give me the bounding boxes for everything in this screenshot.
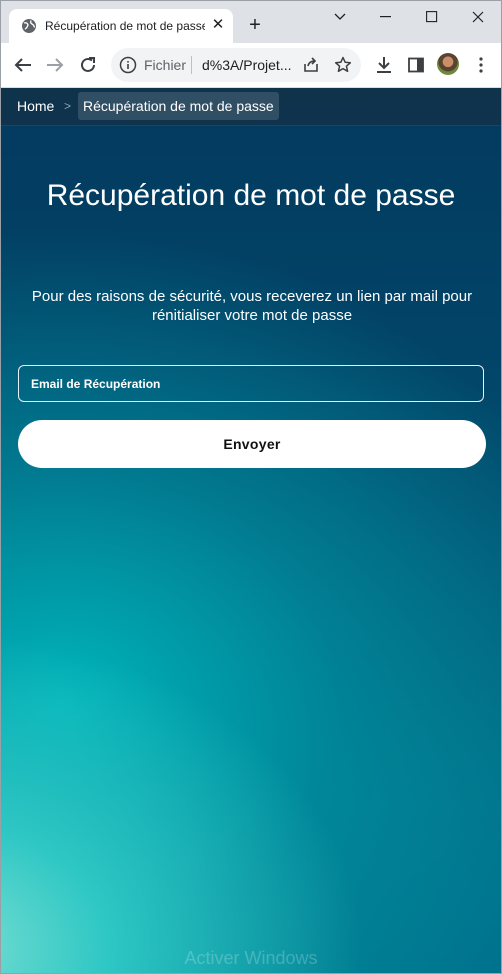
minimize-icon[interactable] xyxy=(363,7,409,27)
url-separator xyxy=(191,56,192,74)
address-bar[interactable]: Fichier d%3A/Projet... xyxy=(111,48,361,82)
email-placeholder: Email de Récupération xyxy=(31,377,161,391)
globe-icon xyxy=(21,18,37,34)
recovery-email-input[interactable]: Email de Récupération xyxy=(18,365,484,402)
breadcrumb-current: Récupération de mot de passe xyxy=(78,92,279,120)
side-panel-icon[interactable] xyxy=(404,53,428,77)
page-subtitle: Pour des raisons de sécurité, vous recev… xyxy=(31,288,473,324)
download-icon[interactable] xyxy=(372,53,396,77)
back-icon[interactable] xyxy=(11,53,35,77)
tab-title: Récupération de mot de passe xyxy=(45,19,205,33)
breadcrumb-separator: > xyxy=(64,99,72,113)
url-text[interactable]: d%3A/Projet... xyxy=(202,57,302,73)
info-icon[interactable] xyxy=(119,56,137,74)
send-button-label: Envoyer xyxy=(223,436,281,452)
tab-close-icon[interactable]: ✕ xyxy=(209,16,227,34)
breadcrumb: Home > Récupération de mot de passe xyxy=(1,88,501,126)
share-icon[interactable] xyxy=(301,55,321,75)
browser-tab[interactable]: Récupération de mot de passe ✕ xyxy=(9,9,233,43)
page-content: Home > Récupération de mot de passe Récu… xyxy=(1,88,501,973)
close-window-icon[interactable] xyxy=(455,7,501,27)
profile-avatar[interactable] xyxy=(437,53,459,75)
new-tab-icon[interactable]: + xyxy=(245,15,265,35)
tab-strip: Récupération de mot de passe ✕ + xyxy=(1,1,501,43)
windows-activation-watermark: Activer Windows xyxy=(184,948,318,968)
chevron-down-icon[interactable] xyxy=(317,7,363,27)
forward-icon[interactable] xyxy=(43,53,67,77)
page-title: Récupération de mot de passe xyxy=(46,179,456,212)
breadcrumb-home-link[interactable]: Home xyxy=(17,98,54,114)
bookmark-star-icon[interactable] xyxy=(333,55,353,75)
send-button[interactable]: Envoyer xyxy=(18,420,486,468)
browser-toolbar: Fichier d%3A/Projet... xyxy=(1,43,501,88)
browser-window: Récupération de mot de passe ✕ + Fichier… xyxy=(0,0,502,974)
reload-icon[interactable] xyxy=(76,53,100,77)
url-scheme: Fichier xyxy=(144,57,187,73)
more-menu-icon[interactable] xyxy=(469,53,493,77)
maximize-icon[interactable] xyxy=(409,7,455,27)
